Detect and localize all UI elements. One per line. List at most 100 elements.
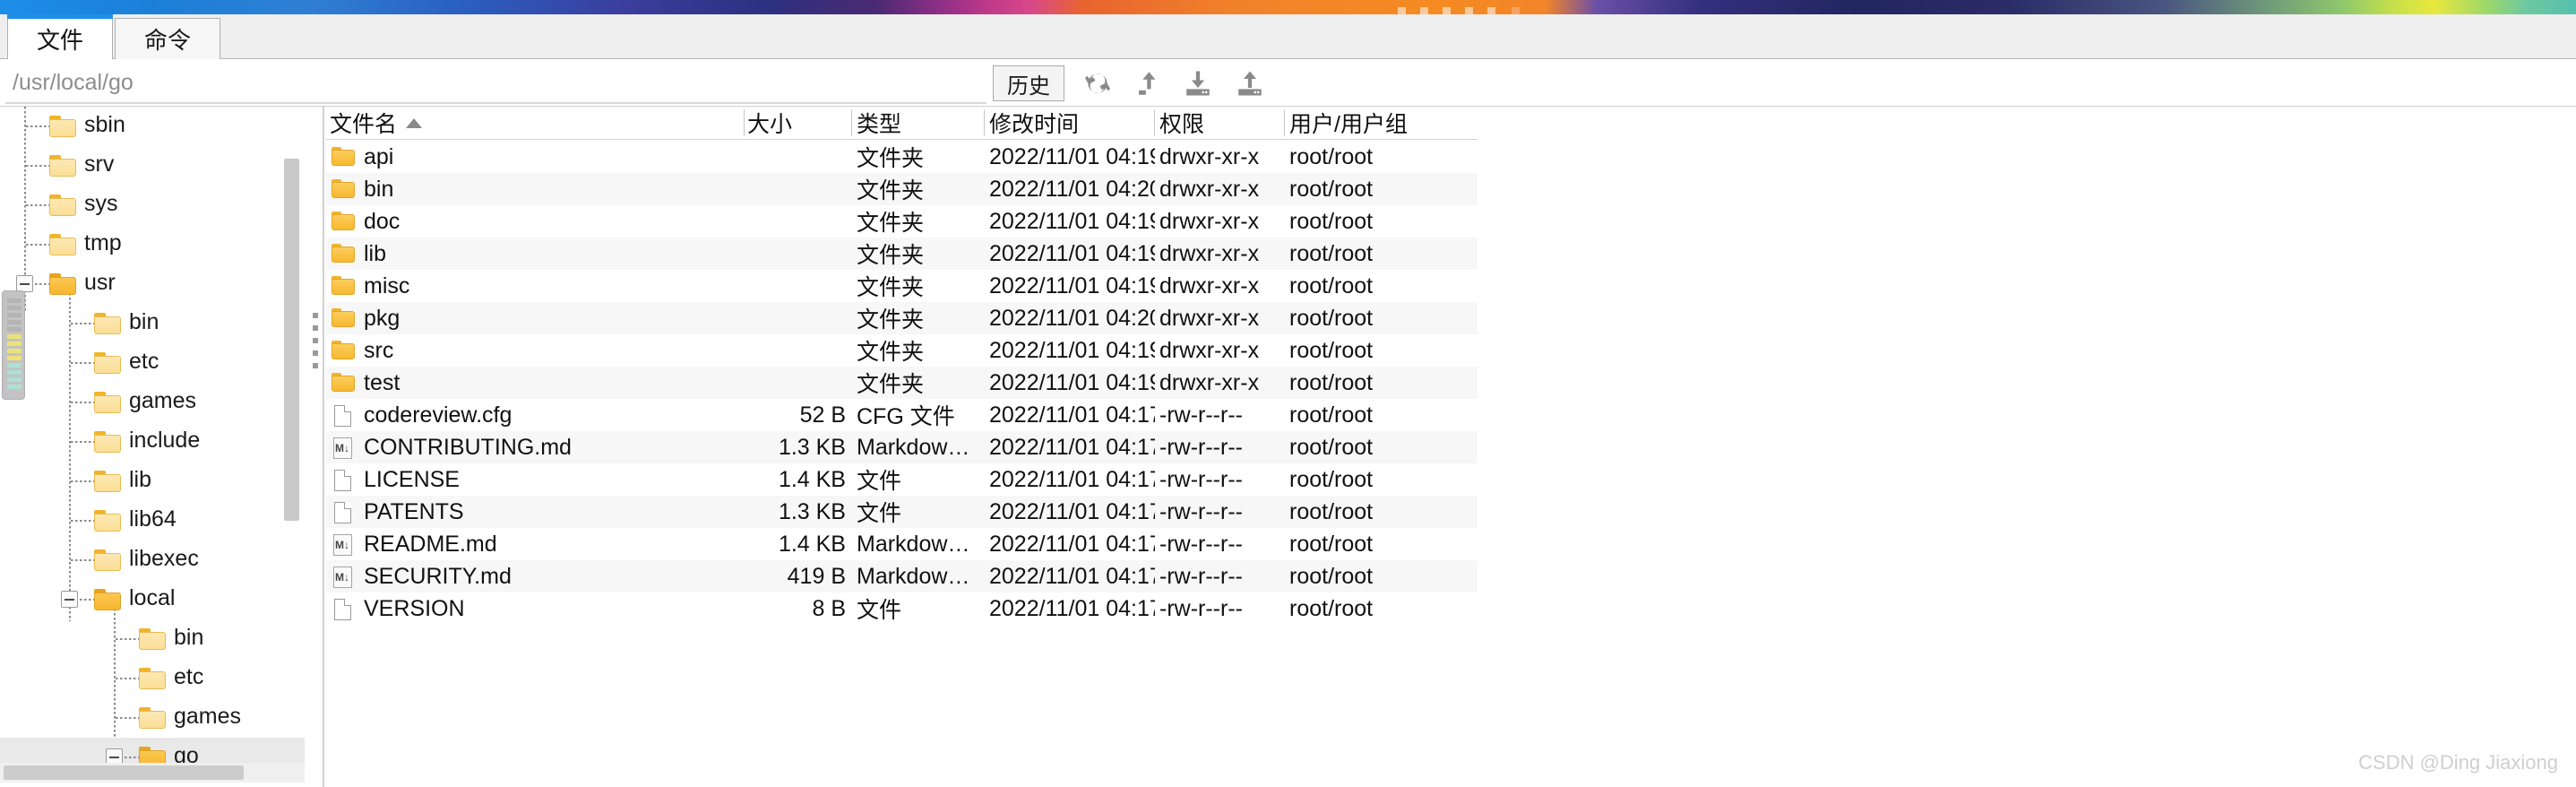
tree-vertical-scrollbar-thumb[interactable] <box>2 290 25 400</box>
file-cell-perm: drwxr-xr-x <box>1159 272 1260 298</box>
file-cell-size: 8 B <box>812 595 846 621</box>
folder-icon <box>49 116 76 137</box>
file-row[interactable]: M↓ README.md 1.4 KB Markdow… 2022/11/01 04:1… <box>326 528 1478 560</box>
tree-item-sbin[interactable]: sbin <box>0 107 305 146</box>
column-separator[interactable] <box>744 109 745 136</box>
file-cell-name: CONTRIBUTING.md <box>364 434 572 460</box>
file-cell-name: bin <box>364 176 394 202</box>
file-row[interactable]: LICENSE 1.4 KB 文件 2022/11/01 04:17 -rw-r--r-… <box>326 463 1478 496</box>
file-row[interactable]: PATENTS 1.3 KB 文件 2022/11/01 04:17 -rw-r--r-… <box>326 496 1478 528</box>
column-separator[interactable] <box>1284 109 1285 136</box>
file-row[interactable]: M↓ SECURITY.md 419 B Markdow… 2022/11/01 04:… <box>326 560 1478 592</box>
column-header-owner[interactable]: 用户/用户组 <box>1289 108 1473 137</box>
tree-item-games[interactable]: games <box>0 383 305 422</box>
file-cell-owner: root/root <box>1289 563 1374 589</box>
collapse-icon[interactable] <box>106 748 123 763</box>
column-header-mtime[interactable]: 修改时间 <box>989 108 1155 137</box>
tab-commands[interactable]: 命令 <box>115 18 220 59</box>
tree-item-sys[interactable]: sys <box>0 186 305 225</box>
column-header-name[interactable]: 文件名 <box>330 108 742 137</box>
markdown-file-icon: M↓ <box>332 566 355 589</box>
column-header-type[interactable]: 类型 <box>857 108 982 137</box>
file-cell-perm: -rw-r--r-- <box>1159 563 1243 589</box>
tree-item-tmp[interactable]: tmp <box>0 225 305 264</box>
file-row[interactable]: src 文件夹 2022/11/01 04:19 drwxr-xr-x root/roo… <box>326 334 1478 367</box>
tree-item-lib[interactable]: lib <box>0 462 305 501</box>
folder-icon <box>332 275 355 298</box>
directory-tree-panel[interactable]: sbin srv sys tmp usr bin etc games include lib lib… <box>0 107 305 763</box>
upload-icon[interactable] <box>1233 66 1267 100</box>
file-row[interactable]: test 文件夹 2022/11/01 04:19 drwxr-xr-x root/ro… <box>326 367 1478 399</box>
file-row[interactable]: codereview.cfg 52 B CFG 文件 2022/11/01 04:17… <box>326 399 1478 431</box>
tree-item-games[interactable]: games <box>0 698 305 738</box>
tree-horizontal-guide <box>116 678 139 679</box>
folder-icon <box>49 195 76 216</box>
file-cell-size <box>747 270 846 302</box>
file-row[interactable]: doc 文件夹 2022/11/01 04:19 drwxr-xr-x root/roo… <box>326 205 1478 238</box>
file-row[interactable]: misc 文件夹 2022/11/01 04:19 drwxr-xr-x root/ro… <box>326 270 1478 302</box>
folder-icon <box>332 340 355 363</box>
file-row[interactable]: VERSION 8 B 文件 2022/11/01 04:17 -rw-r--r-- ro… <box>326 592 1478 625</box>
markdown-file-icon: M↓ <box>332 533 355 557</box>
collapse-icon[interactable] <box>61 591 78 608</box>
tree-item-go[interactable]: go <box>0 738 305 763</box>
column-separator[interactable] <box>1154 109 1155 136</box>
file-cell-name: PATENTS <box>364 498 464 524</box>
file-cell-size: 1.3 KB <box>778 498 846 524</box>
tree-item-etc[interactable]: etc <box>0 343 305 383</box>
tree-horizontal-guide <box>26 165 49 167</box>
file-cell-owner: root/root <box>1289 208 1374 234</box>
file-cell-type: 文件夹 <box>857 275 925 300</box>
file-cell-perm: -rw-r--r-- <box>1159 402 1243 428</box>
column-separator[interactable] <box>851 109 852 136</box>
file-row[interactable]: pkg 文件夹 2022/11/01 04:20 drwxr-xr-x root/roo… <box>326 302 1478 334</box>
refresh-icon[interactable] <box>1081 66 1115 100</box>
file-cell-owner: root/root <box>1289 337 1374 363</box>
folder-icon <box>332 146 355 169</box>
tree-item-etc[interactable]: etc <box>0 659 305 698</box>
file-cell-mtime: 2022/11/01 04:19 <box>989 240 1155 266</box>
tree-item-label: tmp <box>84 230 122 255</box>
file-cell-name: test <box>364 369 401 395</box>
folder-icon <box>332 211 355 234</box>
tree-item-label: etc <box>174 664 204 689</box>
column-header-size[interactable]: 大小 <box>747 108 846 137</box>
tree-item-libexec[interactable]: libexec <box>0 541 305 580</box>
file-row[interactable]: lib 文件夹 2022/11/01 04:19 drwxr-xr-x root/roo… <box>326 238 1478 270</box>
tree-item-include[interactable]: include <box>0 422 305 462</box>
folder-icon <box>332 243 355 266</box>
tree-item-bin[interactable]: bin <box>0 304 305 343</box>
path-input[interactable] <box>7 63 984 102</box>
file-cell-perm: -rw-r--r-- <box>1159 466 1243 492</box>
file-row[interactable]: api 文件夹 2022/11/01 04:19 drwxr-xr-x root/roo… <box>326 141 1478 173</box>
tree-inner-scrollbar[interactable] <box>284 159 299 521</box>
tree-item-label: etc <box>129 349 159 374</box>
panel-splitter[interactable] <box>305 107 326 787</box>
tree-item-label: local <box>129 585 176 610</box>
file-row[interactable]: bin 文件夹 2022/11/01 04:20 drwxr-xr-x root/roo… <box>326 173 1478 205</box>
tree-horizontal-scrollbar-thumb[interactable] <box>4 765 244 780</box>
history-button[interactable]: 历史 <box>993 65 1064 101</box>
tree-item-usr[interactable]: usr <box>0 264 305 304</box>
download-icon[interactable] <box>1181 66 1215 100</box>
file-cell-type: 文件夹 <box>857 243 925 268</box>
column-separator[interactable] <box>984 109 985 136</box>
file-cell-type: CFG 文件 <box>857 404 955 429</box>
file-cell-name: lib <box>364 240 387 266</box>
tree-item-srv[interactable]: srv <box>0 146 305 186</box>
tree-item-lib64[interactable]: lib64 <box>0 501 305 541</box>
file-cell-owner: root/root <box>1289 305 1374 331</box>
file-cell-owner: root/root <box>1289 402 1374 428</box>
file-cell-perm: drwxr-xr-x <box>1159 305 1260 331</box>
file-cell-type: 文件 <box>857 598 902 623</box>
file-row[interactable]: M↓ CONTRIBUTING.md 1.3 KB Markdow… 2022/11/0… <box>326 431 1478 463</box>
file-list-panel[interactable]: 文件名 大小 类型 修改时间 权限 用户/用户组 api 文件夹 2022/11/01 04:… <box>326 107 2576 787</box>
file-cell-mtime: 2022/11/01 04:17 <box>989 402 1155 428</box>
tree-item-bin[interactable]: bin <box>0 619 305 659</box>
column-header-perm[interactable]: 权限 <box>1159 108 1285 137</box>
parent-directory-icon[interactable] <box>1131 66 1165 100</box>
file-cell-size <box>747 367 846 399</box>
tab-files[interactable]: 文件 <box>7 14 113 59</box>
tree-item-local[interactable]: local <box>0 580 305 619</box>
splitter-grip[interactable] <box>313 313 318 376</box>
